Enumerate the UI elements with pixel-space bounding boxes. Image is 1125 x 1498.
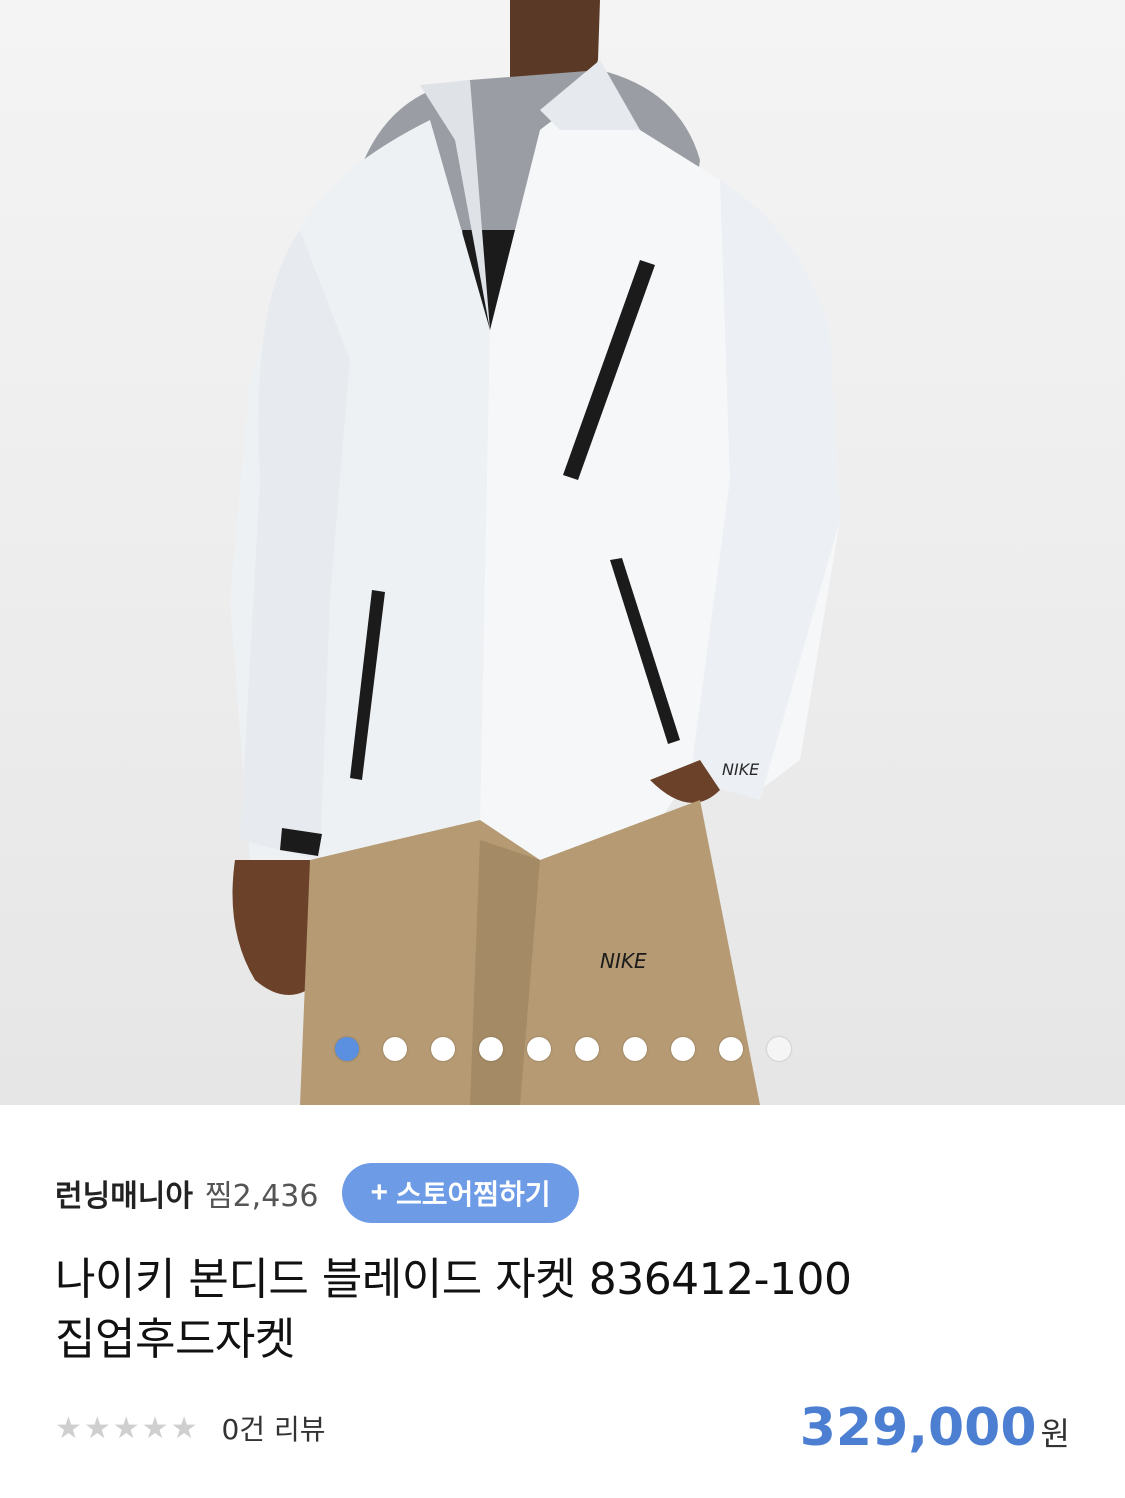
carousel-dot-3[interactable] (430, 1037, 455, 1061)
product-image: NIKE NIKE (230, 0, 840, 1105)
price: 329,000 원 (800, 1398, 1070, 1458)
rating-price-row: ★★★★★ 0건 리뷰 329,000 원 (55, 1398, 1070, 1458)
carousel-dot-1[interactable] (334, 1037, 359, 1061)
plus-icon: + (370, 1176, 389, 1209)
product-title-line-1: 나이키 본디드 블레이드 자켓 836412-100 (55, 1254, 852, 1305)
store-likes-count: 찜2,436 (205, 1179, 319, 1214)
store-name[interactable]: 런닝매니아 (55, 1171, 193, 1215)
carousel-dot-5[interactable] (526, 1037, 551, 1061)
store-row: 런닝매니아 찜2,436 + 스토어찜하기 (55, 1158, 1070, 1228)
star-rating-icon: ★★★★★ (55, 1410, 200, 1446)
carousel-dot-7[interactable] (622, 1037, 647, 1061)
price-amount: 329,000 (799, 1398, 1037, 1458)
store-follow-label: 스토어찜하기 (396, 1179, 551, 1210)
store-follow-button[interactable]: + 스토어찜하기 (342, 1163, 579, 1223)
carousel-dot-2[interactable] (382, 1037, 407, 1061)
carousel-dot-4[interactable] (478, 1037, 503, 1061)
review-count[interactable]: 0건 리뷰 (221, 1408, 325, 1448)
carousel-dot-6[interactable] (574, 1037, 599, 1061)
sleeve-logo: NIKE (722, 760, 760, 779)
product-title: 나이키 본디드 블레이드 자켓 836412-100 집업후드자켓 (55, 1250, 1070, 1370)
carousel-dot-8[interactable] (670, 1037, 695, 1061)
product-info: 런닝매니아 찜2,436 + 스토어찜하기 나이키 본디드 블레이드 자켓 83… (0, 1158, 1125, 1458)
pants-logo: NIKE (600, 949, 647, 973)
price-unit: 원 (1040, 1415, 1070, 1453)
product-title-line-2: 집업후드자켓 (55, 1314, 295, 1365)
product-image-carousel[interactable]: NIKE NIKE (0, 0, 1125, 1105)
rating[interactable]: ★★★★★ 0건 리뷰 (55, 1408, 325, 1448)
carousel-dot-9[interactable] (718, 1037, 743, 1061)
carousel-indicators[interactable] (0, 1036, 1125, 1062)
carousel-dot-10[interactable] (766, 1037, 791, 1061)
